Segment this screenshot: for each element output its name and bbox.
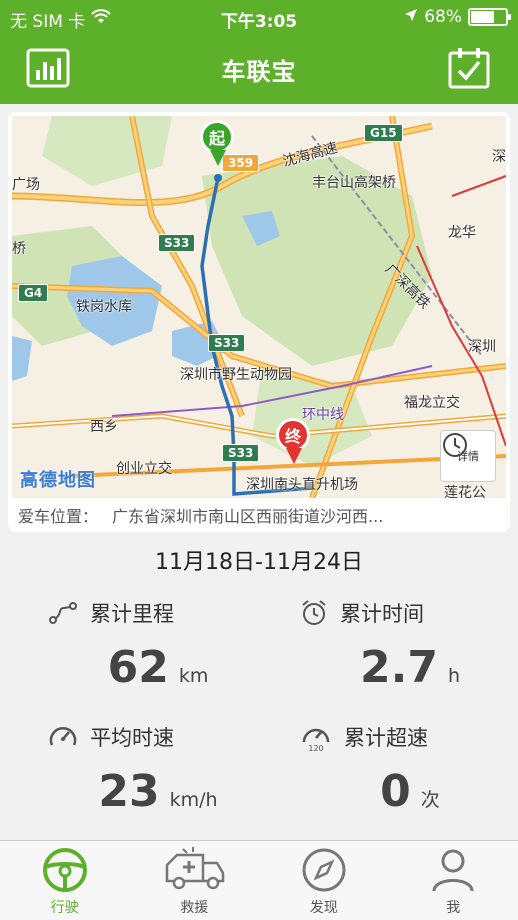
stat-unit: h	[447, 665, 460, 687]
date-range: 11月18日-11月24日	[155, 550, 363, 575]
tab-label: 发现	[309, 900, 338, 916]
tab-bar: 行驶 救援 发现 我	[0, 840, 518, 920]
route-map[interactable]: G15 359 S33 S33 S33 G4 广场 桥 铁岗水库 深圳市野生动物…	[12, 116, 506, 498]
route-detail-button[interactable]: 详情	[440, 430, 496, 482]
road-shield-g15: G15	[364, 124, 403, 142]
stat-unit: km	[178, 665, 209, 687]
map-label: 深圳	[468, 339, 496, 355]
compass-icon	[302, 848, 346, 892]
steering-wheel-icon	[42, 848, 87, 892]
battery-percent: 68%	[424, 7, 462, 27]
map-label: 莲花公	[444, 485, 486, 498]
stat-mileage: 累计里程 62 km	[48, 598, 268, 693]
tab-rescue[interactable]: 救援	[130, 841, 260, 920]
stat-time: 累计时间 2.7 h	[300, 598, 518, 693]
map-label: 龙华	[448, 225, 476, 241]
stat-value: 62	[107, 642, 169, 693]
overspeed-gauge-icon: 120	[302, 728, 330, 752]
map-provider-logo: 高德地图	[20, 470, 96, 491]
map-label: 深圳南头直升机场	[246, 477, 358, 493]
start-pin: 起	[200, 120, 236, 170]
map-label: 丰台山高架桥	[312, 175, 396, 191]
person-icon	[432, 849, 474, 892]
status-bar: 无 SIM 卡 下午3:05 68%	[0, 0, 518, 34]
road-shield-s33: S33	[208, 334, 246, 352]
location-arrow-icon	[404, 7, 418, 27]
stat-label: 累计超速	[344, 726, 428, 750]
clock-icon	[443, 433, 467, 457]
start-pin-label: 起	[200, 120, 234, 154]
end-pin: 终	[276, 418, 312, 468]
checkin-button[interactable]	[446, 46, 492, 90]
stat-label: 平均时速	[90, 726, 174, 750]
stat-unit: 次	[420, 789, 440, 811]
speedometer-icon	[49, 727, 77, 746]
end-pin-label: 终	[276, 418, 310, 452]
road-shield-s33: S33	[222, 444, 260, 462]
stat-value: 23	[98, 766, 160, 817]
map-label: 西乡	[90, 419, 118, 435]
tab-label: 行驶	[50, 900, 79, 916]
ambulance-icon	[166, 847, 225, 890]
map-label: 创业立交	[116, 461, 172, 477]
route-icon	[49, 602, 77, 624]
location-label: 爱车位置：	[18, 507, 99, 526]
map-card: G15 359 S33 S33 S33 G4 广场 桥 铁岗水库 深圳市野生动物…	[8, 112, 510, 532]
overspeed-icon-text: 120	[308, 744, 323, 752]
calendar-check-icon	[448, 48, 490, 89]
map-label: 深圳市野生动物园	[180, 367, 292, 383]
map-label: 广场	[12, 177, 40, 193]
location-value: 广东省深圳市南山区西丽街道沙河西...	[112, 507, 384, 526]
tab-label: 我	[446, 900, 461, 916]
tab-driving[interactable]: 行驶	[0, 841, 130, 920]
tab-label: 救援	[180, 900, 209, 916]
tab-discover[interactable]: 发现	[259, 841, 389, 920]
map-label: 铁岗水库	[76, 299, 132, 315]
nav-bar: 车联宝	[0, 34, 518, 104]
map-label: 深	[492, 149, 506, 165]
stat-label: 累计里程	[90, 602, 174, 626]
map-label: 桥	[12, 241, 26, 257]
stat-value: 2.7	[360, 642, 438, 693]
stat-overspeed: 120 累计超速 0 次	[300, 722, 518, 817]
stat-avg-speed: 平均时速 23 km/h	[48, 722, 268, 817]
page-title: 车联宝	[221, 58, 297, 86]
road-shield-s33: S33	[158, 234, 196, 252]
battery-icon	[468, 8, 511, 26]
car-location: 爱车位置： 广东省深圳市南山区西丽街道沙河西...	[18, 502, 500, 528]
road-shield-g4: G4	[18, 284, 49, 302]
stat-unit: km/h	[169, 789, 218, 811]
map-label: 福龙立交	[404, 395, 460, 411]
stat-value: 0	[380, 766, 411, 817]
tab-me[interactable]: 我	[389, 841, 518, 920]
stat-label: 累计时间	[340, 602, 424, 626]
alarm-clock-icon	[302, 600, 326, 625]
